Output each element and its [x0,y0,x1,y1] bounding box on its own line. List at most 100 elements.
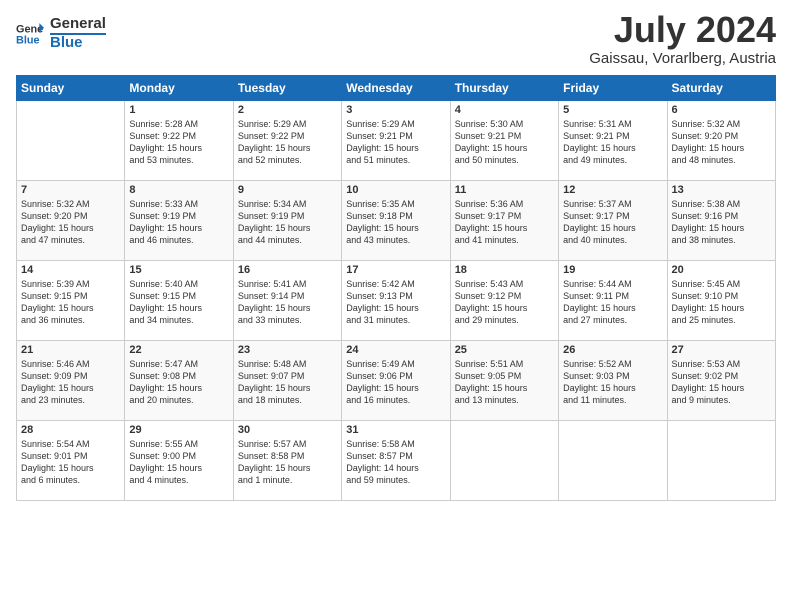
day-header-thursday: Thursday [450,76,558,101]
day-header-monday: Monday [125,76,233,101]
day-number: 22 [129,344,228,356]
calendar-cell: 5 Sunrise: 5:31 AM Sunset: 9:21 PM Daylig… [559,101,667,181]
week-row-4: 21Sunrise: 5:46 AM Sunset: 9:09 PM Dayli… [17,341,776,421]
day-number: 19 [563,264,662,276]
calendar-table: SundayMondayTuesdayWednesdayThursdayFrid… [16,75,776,501]
day-number: 28 [21,424,120,436]
day-info: Sunrise: 5:32 AM Sunset: 9:20 PM Dayligh… [672,118,771,167]
day-info: Sunrise: 5:40 AM Sunset: 9:15 PM Dayligh… [129,278,228,327]
calendar-cell: 23 Sunrise: 5:48 AM Sunset: 9:07 PM Dayli… [233,341,341,421]
calendar-cell: 7Sunrise: 5:32 AM Sunset: 9:20 PM Daylig… [17,181,125,261]
day-info: Sunrise: 5:44 AM Sunset: 9:11 PM Dayligh… [563,278,662,327]
day-number: 27 [672,344,771,356]
day-number: 30 [238,424,337,436]
calendar-cell [450,421,558,501]
day-number: 4 [455,104,554,116]
day-info: Sunrise: 5:35 AM Sunset: 9:18 PM Dayligh… [346,198,445,247]
day-info: Sunrise: 5:38 AM Sunset: 9:16 PM Dayligh… [672,198,771,247]
calendar-cell: 28Sunrise: 5:54 AM Sunset: 9:01 PM Dayli… [17,421,125,501]
day-number: 26 [563,344,662,356]
calendar-cell: 4 Sunrise: 5:30 AM Sunset: 9:21 PM Daylig… [450,101,558,181]
calendar-cell: 24 Sunrise: 5:49 AM Sunset: 9:06 PM Dayli… [342,341,450,421]
day-info: Sunrise: 5:33 AM Sunset: 9:19 PM Dayligh… [129,198,228,247]
day-number: 29 [129,424,228,436]
day-info: Sunrise: 5:49 AM Sunset: 9:06 PM Dayligh… [346,358,445,407]
day-number: 11 [455,184,554,196]
day-number: 20 [672,264,771,276]
location-subtitle: Gaissau, Vorarlberg, Austria [589,50,776,67]
calendar-cell: 13 Sunrise: 5:38 AM Sunset: 9:16 PM Dayli… [667,181,775,261]
day-number: 23 [238,344,337,356]
calendar-cell: 25 Sunrise: 5:51 AM Sunset: 9:05 PM Dayli… [450,341,558,421]
day-info: Sunrise: 5:52 AM Sunset: 9:03 PM Dayligh… [563,358,662,407]
calendar-cell: 2Sunrise: 5:29 AM Sunset: 9:22 PM Daylig… [233,101,341,181]
header-row: SundayMondayTuesdayWednesdayThursdayFrid… [17,76,776,101]
day-info: Sunrise: 5:58 AM Sunset: 8:57 PM Dayligh… [346,438,445,487]
calendar-cell: 27 Sunrise: 5:53 AM Sunset: 9:02 PM Dayli… [667,341,775,421]
day-number: 6 [672,104,771,116]
day-info: Sunrise: 5:42 AM Sunset: 9:13 PM Dayligh… [346,278,445,327]
day-number: 10 [346,184,445,196]
calendar-cell: 19 Sunrise: 5:44 AM Sunset: 9:11 PM Dayli… [559,261,667,341]
week-row-1: 1Sunrise: 5:28 AM Sunset: 9:22 PM Daylig… [17,101,776,181]
day-number: 5 [563,104,662,116]
day-header-wednesday: Wednesday [342,76,450,101]
logo-icon: General Blue [16,20,44,48]
day-number: 25 [455,344,554,356]
day-number: 17 [346,264,445,276]
week-row-5: 28Sunrise: 5:54 AM Sunset: 9:01 PM Dayli… [17,421,776,501]
calendar-cell: 30Sunrise: 5:57 AM Sunset: 8:58 PM Dayli… [233,421,341,501]
day-info: Sunrise: 5:48 AM Sunset: 9:07 PM Dayligh… [238,358,337,407]
calendar-cell: 9Sunrise: 5:34 AM Sunset: 9:19 PM Daylig… [233,181,341,261]
day-number: 14 [21,264,120,276]
day-info: Sunrise: 5:47 AM Sunset: 9:08 PM Dayligh… [129,358,228,407]
day-info: Sunrise: 5:45 AM Sunset: 9:10 PM Dayligh… [672,278,771,327]
day-info: Sunrise: 5:30 AM Sunset: 9:21 PM Dayligh… [455,118,554,167]
day-info: Sunrise: 5:31 AM Sunset: 9:21 PM Dayligh… [563,118,662,167]
calendar-cell: 12Sunrise: 5:37 AM Sunset: 9:17 PM Dayli… [559,181,667,261]
calendar-cell: 1Sunrise: 5:28 AM Sunset: 9:22 PM Daylig… [125,101,233,181]
title-block: July 2024 Gaissau, Vorarlberg, Austria [589,12,776,67]
day-header-tuesday: Tuesday [233,76,341,101]
day-number: 15 [129,264,228,276]
day-number: 16 [238,264,337,276]
day-number: 1 [129,104,228,116]
day-number: 18 [455,264,554,276]
day-info: Sunrise: 5:29 AM Sunset: 9:21 PM Dayligh… [346,118,445,167]
header: General Blue General Blue July 2024 Gais… [16,12,776,67]
day-header-sunday: Sunday [17,76,125,101]
day-header-saturday: Saturday [667,76,775,101]
calendar-cell: 29 Sunrise: 5:55 AM Sunset: 9:00 PM Dayli… [125,421,233,501]
day-info: Sunrise: 5:29 AM Sunset: 9:22 PM Dayligh… [238,118,337,167]
calendar-cell: 8 Sunrise: 5:33 AM Sunset: 9:19 PM Daylig… [125,181,233,261]
calendar-cell: 14Sunrise: 5:39 AM Sunset: 9:15 PM Dayli… [17,261,125,341]
day-number: 8 [129,184,228,196]
main-container: General Blue General Blue July 2024 Gais… [0,0,792,509]
calendar-cell: 26 Sunrise: 5:52 AM Sunset: 9:03 PM Dayli… [559,341,667,421]
logo-blue: Blue [50,33,106,52]
day-number: 3 [346,104,445,116]
day-number: 12 [563,184,662,196]
day-info: Sunrise: 5:36 AM Sunset: 9:17 PM Dayligh… [455,198,554,247]
day-info: Sunrise: 5:41 AM Sunset: 9:14 PM Dayligh… [238,278,337,327]
calendar-cell: 22 Sunrise: 5:47 AM Sunset: 9:08 PM Dayli… [125,341,233,421]
day-info: Sunrise: 5:53 AM Sunset: 9:02 PM Dayligh… [672,358,771,407]
calendar-cell: 15 Sunrise: 5:40 AM Sunset: 9:15 PM Dayli… [125,261,233,341]
week-row-3: 14Sunrise: 5:39 AM Sunset: 9:15 PM Dayli… [17,261,776,341]
logo: General Blue General Blue [16,16,106,51]
day-number: 24 [346,344,445,356]
calendar-cell [559,421,667,501]
calendar-cell: 6 Sunrise: 5:32 AM Sunset: 9:20 PM Daylig… [667,101,775,181]
calendar-cell [17,101,125,181]
calendar-cell [667,421,775,501]
day-info: Sunrise: 5:55 AM Sunset: 9:00 PM Dayligh… [129,438,228,487]
day-number: 31 [346,424,445,436]
calendar-cell: 20 Sunrise: 5:45 AM Sunset: 9:10 PM Dayli… [667,261,775,341]
day-info: Sunrise: 5:43 AM Sunset: 9:12 PM Dayligh… [455,278,554,327]
logo-general: General [50,16,106,33]
calendar-cell: 31 Sunrise: 5:58 AM Sunset: 8:57 PM Dayli… [342,421,450,501]
day-info: Sunrise: 5:51 AM Sunset: 9:05 PM Dayligh… [455,358,554,407]
day-number: 9 [238,184,337,196]
week-row-2: 7Sunrise: 5:32 AM Sunset: 9:20 PM Daylig… [17,181,776,261]
day-number: 13 [672,184,771,196]
